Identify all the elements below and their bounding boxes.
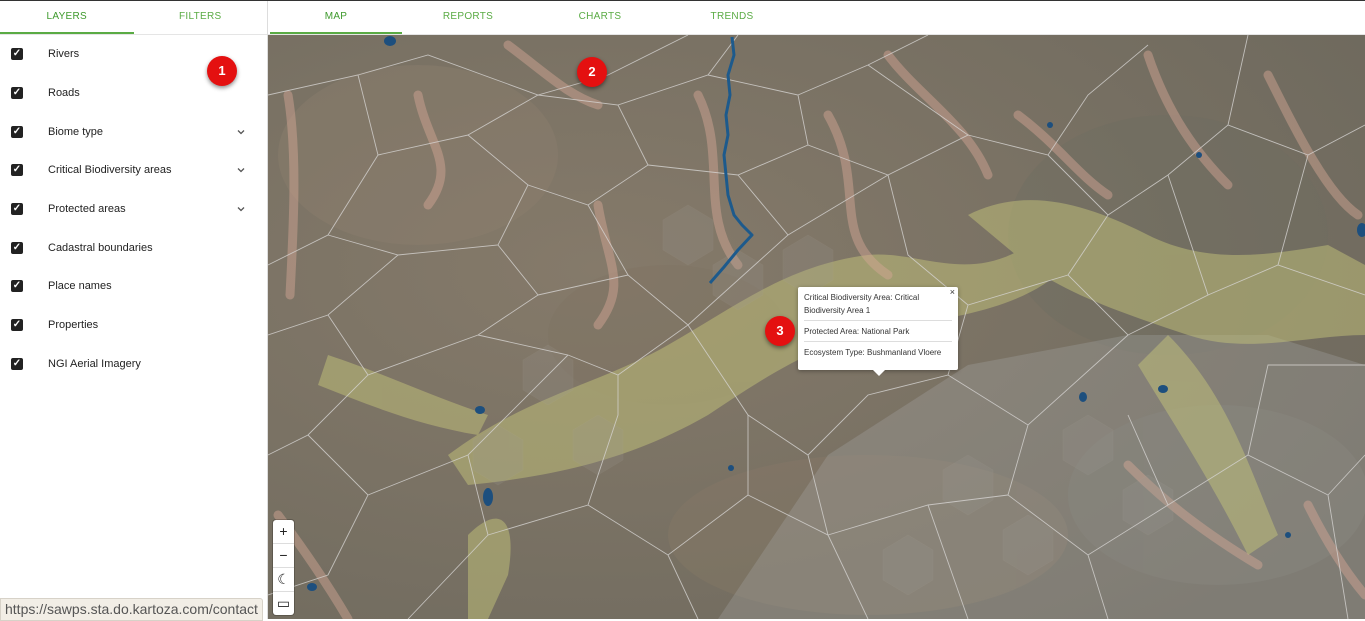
checkbox-checked-icon[interactable]: ✓ bbox=[11, 87, 23, 100]
layer-label: Rivers bbox=[48, 48, 80, 61]
layer-item-properties[interactable]: ✓ Properties bbox=[0, 306, 267, 345]
layer-label: Protected areas bbox=[48, 203, 126, 216]
checkbox-checked-icon[interactable]: ✓ bbox=[11, 203, 23, 216]
layer-item-biome-type[interactable]: ✓ Biome type bbox=[0, 112, 267, 151]
annotation-marker-1: 1 bbox=[207, 56, 237, 86]
layer-label: Place names bbox=[48, 280, 112, 293]
chevron-down-icon[interactable] bbox=[236, 165, 246, 175]
zoom-out-button[interactable]: − bbox=[273, 544, 294, 568]
tab-layers[interactable]: LAYERS bbox=[0, 1, 134, 34]
popup-row-protected-area: Protected Area: National Park bbox=[804, 321, 952, 342]
sidebar: LAYERS FILTERS ✓ Rivers ✓ Roads ✓ Biome … bbox=[0, 1, 268, 619]
map-controls: + − ☾ ▭ bbox=[273, 520, 294, 615]
tab-charts[interactable]: CHARTS bbox=[534, 1, 666, 32]
zoom-in-button[interactable]: + bbox=[273, 520, 294, 544]
top-nav: MAP REPORTS CHARTS TRENDS bbox=[268, 1, 1365, 35]
feature-info-popup: × Critical Biodiversity Area: Critical B… bbox=[798, 287, 958, 370]
checkbox-checked-icon[interactable]: ✓ bbox=[11, 125, 23, 138]
layer-label: Biome type bbox=[48, 125, 104, 138]
annotation-marker-2: 2 bbox=[577, 57, 607, 87]
layer-item-cadastral[interactable]: ✓ Cadastral boundaries bbox=[0, 228, 267, 267]
status-bar-url: https://sawps.sta.do.kartoza.com/contact bbox=[0, 598, 263, 621]
layer-item-critical-biodiversity[interactable]: ✓ Critical Biodiversity areas bbox=[0, 151, 267, 190]
close-icon[interactable]: × bbox=[950, 287, 955, 297]
chevron-down-icon[interactable] bbox=[236, 127, 246, 137]
popup-row-cba: Critical Biodiversity Area: Critical Bio… bbox=[804, 287, 952, 321]
layer-item-place-names[interactable]: ✓ Place names bbox=[0, 267, 267, 306]
layer-label: Roads bbox=[48, 87, 80, 100]
tab-reports[interactable]: REPORTS bbox=[402, 1, 534, 32]
checkbox-checked-icon[interactable]: ✓ bbox=[11, 164, 23, 177]
checkbox-checked-icon[interactable]: ✓ bbox=[11, 241, 23, 254]
checkbox-checked-icon[interactable]: ✓ bbox=[11, 48, 23, 61]
layer-label: Critical Biodiversity areas bbox=[48, 164, 172, 177]
chevron-down-icon[interactable] bbox=[236, 204, 246, 214]
legend-icon[interactable]: ▭ bbox=[273, 592, 294, 615]
layer-label: Cadastral boundaries bbox=[48, 241, 153, 254]
layer-list: ✓ Rivers ✓ Roads ✓ Biome type ✓ Critical… bbox=[0, 35, 267, 383]
tab-filters[interactable]: FILTERS bbox=[134, 1, 268, 34]
dark-mode-icon[interactable]: ☾ bbox=[273, 568, 294, 592]
checkbox-checked-icon[interactable]: ✓ bbox=[11, 357, 23, 370]
tab-trends[interactable]: TRENDS bbox=[666, 1, 798, 32]
checkbox-checked-icon[interactable]: ✓ bbox=[11, 319, 23, 332]
layer-item-protected-areas[interactable]: ✓ Protected areas bbox=[0, 190, 267, 229]
tab-map[interactable]: MAP bbox=[270, 1, 402, 34]
layer-label: Properties bbox=[48, 319, 99, 332]
layer-label: NGI Aerial Imagery bbox=[48, 357, 141, 370]
popup-pointer bbox=[872, 369, 886, 376]
popup-row-ecosystem-type: Ecosystem Type: Bushmanland Vloere bbox=[804, 348, 942, 357]
sidebar-tabs: LAYERS FILTERS bbox=[0, 1, 267, 35]
checkbox-checked-icon[interactable]: ✓ bbox=[11, 280, 23, 293]
layer-item-ngi-aerial[interactable]: ✓ NGI Aerial Imagery bbox=[0, 345, 267, 384]
annotation-marker-3: 3 bbox=[765, 316, 795, 346]
